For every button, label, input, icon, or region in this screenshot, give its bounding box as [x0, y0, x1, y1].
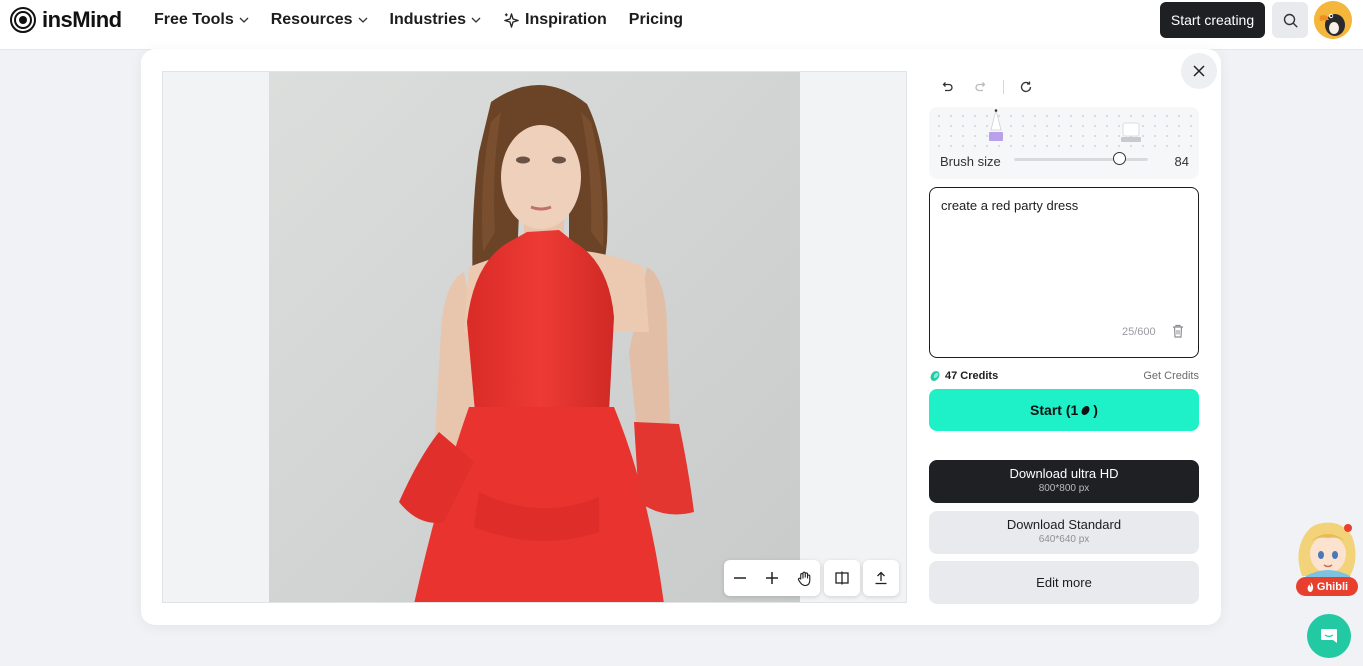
close-button[interactable]: [1181, 53, 1217, 89]
download-hd-title: Download ultra HD: [1009, 466, 1119, 481]
zoom-in-button[interactable]: [760, 566, 784, 590]
upload-button[interactable]: [863, 560, 899, 596]
compare-button[interactable]: [824, 560, 860, 596]
logo-icon: [10, 7, 36, 33]
download-standard-size: 640*640 px: [1038, 534, 1090, 545]
brush-dot-grid: [929, 107, 1199, 147]
prompt-box: create a red party dress 25/600: [929, 187, 1199, 358]
history-controls: [935, 75, 1038, 99]
nav-free-tools-label: Free Tools: [154, 11, 234, 28]
brush-settings: Brush size 84: [929, 107, 1199, 179]
brand-logo[interactable]: insMind: [10, 7, 122, 33]
reset-button[interactable]: [1014, 75, 1038, 99]
ghibli-badge: Ghibli: [1296, 577, 1358, 596]
model-red-dress-photo[interactable]: [269, 72, 800, 603]
nav-resources-label: Resources: [270, 11, 353, 28]
pencil-brush-icon[interactable]: [988, 108, 1004, 142]
credit-coin-icon: [930, 371, 940, 381]
close-icon: [1193, 65, 1205, 77]
minus-icon: [734, 577, 746, 579]
zoom-out-button[interactable]: [728, 566, 752, 590]
download-standard-button[interactable]: Download Standard 640*640 px: [929, 511, 1199, 554]
ghibli-promo-widget[interactable]: Ghibli: [1288, 518, 1362, 598]
plus-icon: [766, 572, 778, 584]
eraser-icon[interactable]: [1120, 121, 1142, 143]
redo-icon: [975, 82, 986, 92]
ghibli-label: Ghibli: [1316, 580, 1349, 593]
nav-inspiration[interactable]: Inspiration: [503, 11, 607, 29]
redo-button[interactable]: [969, 75, 993, 99]
brand-name: insMind: [42, 7, 122, 32]
start-button-suffix: ): [1093, 402, 1098, 418]
editor-modal: Brush size 84 create a red party dress 2…: [141, 49, 1221, 625]
download-hd-size: 800*800 px: [1038, 483, 1090, 494]
prompt-input[interactable]: create a red party dress: [941, 198, 1189, 249]
edit-more-button[interactable]: Edit more: [929, 561, 1199, 604]
pan-hand-button[interactable]: [792, 566, 816, 590]
chevron-down-icon: [471, 17, 481, 23]
fire-icon: [1307, 581, 1314, 592]
nav-industries[interactable]: Industries: [390, 11, 481, 29]
ghibli-character-icon: [1298, 522, 1356, 584]
nav-inspiration-label: Inspiration: [525, 11, 607, 28]
chevron-down-icon: [358, 17, 368, 23]
user-avatar[interactable]: [1314, 1, 1352, 39]
nav-free-tools[interactable]: Free Tools: [154, 11, 249, 29]
support-chat-button[interactable]: [1307, 614, 1351, 658]
download-standard-title: Download Standard: [1006, 517, 1122, 532]
start-creating-button[interactable]: Start creating: [1160, 2, 1265, 38]
refresh-icon: [1020, 81, 1032, 93]
slider-track: [1014, 158, 1148, 161]
chevron-down-icon: [239, 17, 249, 23]
undo-icon: [942, 82, 953, 92]
top-navigation-bar: insMind Free Tools Resources Industries …: [0, 0, 1363, 50]
trash-icon[interactable]: [1170, 323, 1186, 339]
main-nav: Free Tools Resources Industries Inspirat…: [154, 0, 683, 40]
upload-icon: [875, 571, 887, 585]
hand-icon: [797, 571, 810, 586]
search-icon: [1283, 13, 1297, 27]
download-ultra-hd-button[interactable]: Download ultra HD 800*800 px: [929, 460, 1199, 503]
start-button-label: Start (1: [1030, 402, 1079, 418]
nav-industries-label: Industries: [389, 11, 467, 28]
nav-pricing-label: Pricing: [628, 11, 684, 28]
nav-resources[interactable]: Resources: [271, 11, 368, 29]
get-credits-link[interactable]: Get Credits: [1143, 370, 1199, 382]
sparkle-icon: [504, 12, 519, 28]
brush-size-label: Brush size: [940, 154, 1001, 169]
undo-button[interactable]: [935, 75, 959, 99]
zoom-toolbar: [724, 560, 820, 596]
brush-size-value: 84: [1174, 154, 1189, 169]
start-button[interactable]: Start (1 ): [929, 389, 1199, 431]
nav-pricing[interactable]: Pricing: [629, 11, 683, 29]
compare-split-icon: [835, 571, 849, 585]
toucan-avatar-icon: [1314, 1, 1352, 39]
history-divider: [1003, 80, 1004, 94]
brush-size-slider[interactable]: [1014, 152, 1148, 166]
credits-row: 47 Credits Get Credits: [929, 367, 1199, 385]
credits-balance: 47 Credits: [929, 370, 998, 382]
chat-icon: [1321, 629, 1337, 643]
credits-label: 47 Credits: [945, 370, 999, 382]
credit-coin-icon: [1081, 405, 1090, 415]
image-canvas[interactable]: [162, 71, 907, 603]
char-counter: 25/600: [1122, 326, 1156, 338]
slider-thumb[interactable]: [1113, 152, 1126, 165]
search-button[interactable]: [1272, 2, 1308, 38]
